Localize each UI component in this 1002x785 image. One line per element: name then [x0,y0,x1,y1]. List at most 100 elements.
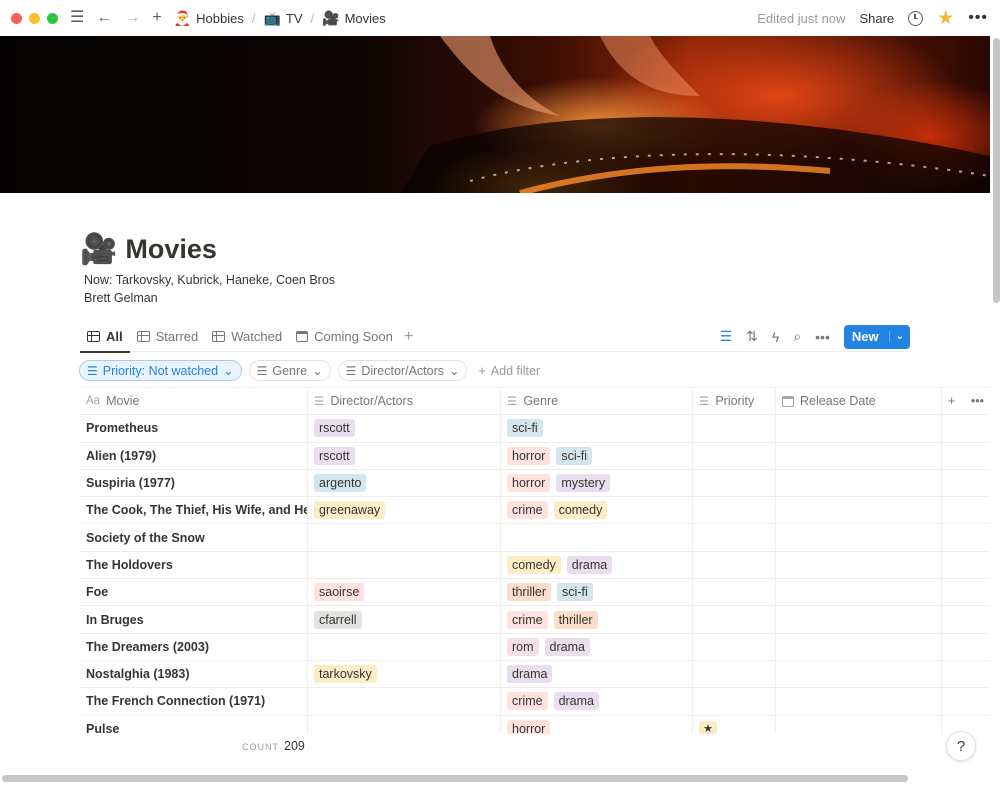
history-clock-icon[interactable] [908,10,924,26]
release-date-cell[interactable] [776,715,942,734]
director-cell[interactable] [308,715,501,734]
priority-cell[interactable] [693,688,776,715]
movie-title-cell[interactable]: The Holdovers [80,551,308,579]
automation-lightning-icon[interactable]: ϟ [772,329,779,345]
release-date-cell[interactable] [776,688,942,715]
column-header-director[interactable]: ☰ Director/Actors [308,388,501,415]
tab-all[interactable]: All [80,322,130,353]
genre-cell[interactable]: crime thriller [501,606,693,633]
table-row[interactable]: The Holdovers comedy drama [80,551,990,580]
release-date-cell[interactable] [776,551,942,579]
table-row[interactable]: The Dreamers (2003) rom drama [80,633,990,661]
table-row[interactable]: The Cook, The Thief, His Wife, and Her L… [80,497,990,525]
table-row[interactable]: Foe saoirse thriller sci-fi [80,579,990,607]
movie-title-cell[interactable]: Society of the Snow [80,524,308,551]
genre-cell[interactable]: crime drama [501,688,693,715]
movie-title-cell[interactable]: The Cook, The Thief, His Wife, and Her L… [80,497,308,524]
chevron-down-icon[interactable]: ⌄ [888,331,910,342]
movie-title-cell[interactable]: In Bruges [80,606,308,633]
movie-title-cell[interactable]: Pulse [80,715,308,734]
add-view-plus-icon[interactable]: + [404,328,413,346]
movie-title-cell[interactable]: Nostalghia (1983) [80,660,308,688]
director-cell[interactable] [308,551,501,579]
table-row[interactable]: Society of the Snow [80,524,990,552]
more-options-icon[interactable]: ••• [968,9,988,27]
genre-cell[interactable] [501,524,693,551]
priority-cell[interactable] [693,415,776,442]
properties-more-icon[interactable]: ••• [971,394,984,408]
table-row[interactable]: The French Connection (1971) crime drama [80,688,990,716]
filter-chip-priority[interactable]: ☰ Priority: Not watched ⌄ [79,360,242,381]
movie-title-cell[interactable]: Suspiria (1977) [80,469,308,497]
tab-starred[interactable]: Starred [130,322,206,352]
column-header-movie[interactable]: Aa Movie [80,388,308,415]
search-icon[interactable]: ⌕ [793,328,801,345]
director-cell[interactable]: greenaway [308,497,501,524]
column-header-release-date[interactable]: Release Date [776,388,942,415]
breadcrumb-item-hobbies[interactable]: 🎅 Hobbies [174,10,244,27]
filter-icon[interactable]: ☰ [720,328,733,345]
new-record-button[interactable]: New ⌄ [843,324,910,349]
release-date-cell[interactable] [776,660,942,688]
priority-cell[interactable]: ★ [693,715,776,734]
release-date-cell[interactable] [776,524,942,551]
favorite-star-icon[interactable]: ★ [937,9,954,28]
director-cell[interactable]: tarkovsky [308,660,501,688]
release-date-cell[interactable] [776,497,942,524]
release-date-cell[interactable] [776,442,942,469]
table-row[interactable]: In Bruges cfarrell crime thriller [80,606,990,634]
director-cell[interactable] [308,633,501,660]
share-button[interactable]: Share [859,11,894,26]
horizontal-scrollbar[interactable] [2,775,908,782]
table-row[interactable]: Pulse horror ★ [80,715,990,734]
table-row[interactable]: Alien (1979) rscott horror sci-fi [80,442,990,470]
priority-cell[interactable] [693,551,776,579]
breadcrumb-item-tv[interactable]: 📺 TV [263,10,302,27]
add-property-plus-icon[interactable]: + [948,394,955,408]
genre-cell[interactable]: crime comedy [501,497,693,524]
director-cell[interactable]: rscott [308,415,501,442]
tab-coming-soon[interactable]: Coming Soon [289,322,400,352]
close-window-button[interactable] [11,12,22,24]
director-cell[interactable]: saoirse [308,579,501,606]
priority-cell[interactable] [693,442,776,469]
release-date-cell[interactable] [776,415,942,442]
movie-title-cell[interactable]: Prometheus [80,415,308,442]
genre-cell[interactable]: comedy drama [501,551,693,579]
filter-chip-genre[interactable]: ☰ Genre ⌄ [248,360,331,381]
genre-cell[interactable]: thriller sci-fi [501,579,693,606]
release-date-cell[interactable] [776,469,942,497]
priority-cell[interactable] [693,497,776,524]
genre-cell[interactable]: horror sci-fi [501,442,693,469]
view-more-options-icon[interactable]: ••• [815,329,830,345]
column-header-genre[interactable]: ☰ Genre [501,388,693,415]
zoom-window-button[interactable] [47,12,58,24]
vertical-scrollbar[interactable] [993,38,1000,303]
table-row[interactable]: Nostalghia (1983) tarkovsky drama [80,660,990,689]
priority-cell[interactable] [693,469,776,497]
priority-cell[interactable] [693,633,776,660]
help-question-icon[interactable]: ? [946,731,976,761]
priority-cell[interactable] [693,606,776,633]
forward-arrow-icon[interactable]: → [124,10,140,26]
director-cell[interactable]: argento [308,469,501,497]
genre-cell[interactable]: drama [501,660,693,688]
sort-arrows-icon[interactable]: ⇅ [746,328,758,345]
movie-title-cell[interactable]: The Dreamers (2003) [80,633,308,660]
genre-cell[interactable]: rom drama [501,633,693,660]
release-date-cell[interactable] [776,606,942,633]
column-header-priority[interactable]: ☰ Priority [693,388,776,415]
table-row[interactable]: Prometheus rscott sci-fi [80,415,990,443]
breadcrumb-item-movies[interactable]: 🎥 Movies [322,10,386,27]
release-date-cell[interactable] [776,633,942,660]
genre-cell[interactable]: horror [501,715,693,734]
priority-cell[interactable] [693,579,776,606]
movie-title-cell[interactable]: The French Connection (1971) [80,688,308,715]
director-cell[interactable]: rscott [308,442,501,469]
genre-cell[interactable]: horror mystery [501,469,693,497]
filter-chip-director[interactable]: ☰ Director/Actors ⌄ [337,360,468,381]
movie-title-cell[interactable]: Alien (1979) [80,442,308,469]
tab-watched[interactable]: Watched [205,322,289,352]
priority-cell[interactable] [693,524,776,551]
back-arrow-icon[interactable]: ← [96,10,112,26]
